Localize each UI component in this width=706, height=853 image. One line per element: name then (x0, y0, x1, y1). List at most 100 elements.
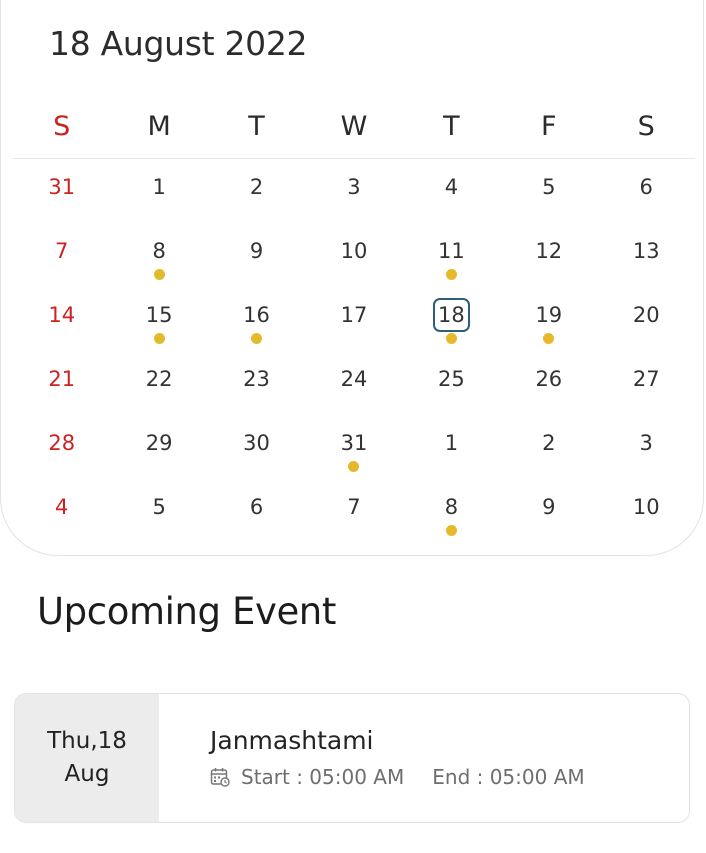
calendar-grid: 31 1 2 3 4 5 6 7 8 9 10 11 12 13 14 15 1… (13, 160, 695, 544)
day-cell[interactable]: 28 (13, 416, 110, 480)
day-number: 30 (243, 431, 270, 455)
day-cell[interactable]: 23 (208, 352, 305, 416)
event-date-month: Aug (64, 761, 110, 787)
day-number: 19 (535, 303, 563, 327)
day-cell[interactable]: 20 (598, 288, 695, 352)
day-cell[interactable]: 27 (598, 352, 695, 416)
day-cell[interactable]: 16 (208, 288, 305, 352)
day-number: 31 (48, 175, 76, 199)
day-cell[interactable]: 7 (305, 480, 402, 544)
day-number: 20 (632, 303, 660, 327)
day-number: 4 (444, 175, 459, 199)
day-number: 6 (249, 495, 264, 519)
day-cell[interactable]: 5 (500, 160, 597, 224)
day-cell[interactable]: 6 (598, 160, 695, 224)
day-cell[interactable]: 6 (208, 480, 305, 544)
weekday-sat: S (637, 111, 655, 142)
calendar-card: 18 August 2022 S M T W T F S 31 1 2 3 4 … (0, 0, 704, 556)
day-cell[interactable]: 31 (13, 160, 110, 224)
event-dot (445, 525, 457, 536)
day-number: 7 (55, 239, 69, 263)
day-cell[interactable]: 17 (305, 288, 402, 352)
day-cell[interactable]: 24 (305, 352, 402, 416)
day-number: 7 (347, 495, 361, 519)
event-dot (445, 333, 457, 344)
week-row: 7 8 9 10 11 12 13 (13, 224, 695, 288)
day-number: 12 (535, 239, 563, 263)
day-cell[interactable]: 26 (500, 352, 597, 416)
day-cell[interactable]: 7 (13, 224, 110, 288)
weekday-mon: M (147, 111, 171, 142)
day-number: 16 (243, 303, 270, 327)
upcoming-event-title: Upcoming Event (37, 590, 336, 633)
event-date-block: Thu,18 Aug (15, 694, 159, 822)
weekday-tue: T (248, 111, 265, 142)
event-date-day: Thu,18 (47, 728, 127, 754)
day-cell[interactable]: 15 (110, 288, 207, 352)
event-name: Janmashtami (210, 726, 374, 755)
event-dot (251, 333, 263, 344)
day-number: 5 (152, 495, 166, 519)
day-number: 14 (48, 303, 76, 327)
day-cell[interactable]: 9 (500, 480, 597, 544)
event-dot (445, 269, 457, 280)
day-cell[interactable]: 5 (110, 480, 207, 544)
day-number: 2 (542, 431, 556, 455)
day-number: 8 (152, 239, 166, 263)
day-number: 11 (438, 239, 465, 263)
day-number: 17 (340, 303, 368, 327)
week-row: 21 22 23 24 25 26 27 (13, 352, 695, 416)
event-details: Janmashtami Start : 05:00 AM End : 05:00… (159, 694, 689, 822)
day-number: 2 (249, 175, 264, 199)
day-cell[interactable]: 8 (403, 480, 500, 544)
day-cell[interactable]: 12 (500, 224, 597, 288)
calendar-title: 18 August 2022 (49, 24, 308, 63)
day-cell[interactable]: 21 (13, 352, 110, 416)
week-row: 31 1 2 3 4 5 6 (13, 160, 695, 224)
day-cell[interactable]: 8 (110, 224, 207, 288)
day-cell[interactable]: 14 (13, 288, 110, 352)
day-number: 10 (632, 495, 660, 519)
day-number: 3 (347, 175, 361, 199)
day-cell[interactable]: 11 (403, 224, 500, 288)
day-cell[interactable]: 1 (110, 160, 207, 224)
day-number: 9 (249, 239, 264, 263)
day-number: 24 (340, 367, 368, 391)
day-cell[interactable]: 10 (305, 224, 402, 288)
day-cell[interactable]: 19 (500, 288, 597, 352)
day-number: 27 (632, 367, 660, 391)
day-number: 6 (639, 175, 653, 199)
day-cell[interactable]: 2 (208, 160, 305, 224)
day-number: 15 (145, 303, 173, 327)
day-cell[interactable]: 4 (403, 160, 500, 224)
day-number: 21 (48, 367, 76, 391)
calendar-clock-icon (210, 768, 230, 787)
day-number: 1 (152, 175, 166, 199)
day-cell[interactable]: 29 (110, 416, 207, 480)
day-cell[interactable]: 25 (403, 352, 500, 416)
day-number: 29 (145, 431, 173, 455)
day-number: 3 (639, 431, 653, 455)
event-start-time: Start : 05:00 AM (241, 765, 405, 789)
day-cell[interactable]: 4 (13, 480, 110, 544)
day-cell[interactable]: 2 (500, 416, 597, 480)
day-cell[interactable]: 22 (110, 352, 207, 416)
day-cell[interactable]: 3 (305, 160, 402, 224)
day-cell[interactable]: 13 (598, 224, 695, 288)
day-cell[interactable]: 31 (305, 416, 402, 480)
day-cell[interactable]: 9 (208, 224, 305, 288)
day-number: 25 (438, 367, 465, 391)
event-times: Start : 05:00 AM End : 05:00 AM (210, 765, 689, 789)
day-number: 18 (433, 298, 470, 332)
day-cell[interactable]: 10 (598, 480, 695, 544)
day-cell[interactable]: 30 (208, 416, 305, 480)
day-number: 26 (535, 367, 563, 391)
weekday-header: S M T W T F S (13, 108, 695, 159)
day-cell[interactable]: 1 (403, 416, 500, 480)
day-cell-selected[interactable]: 18 (403, 288, 500, 352)
weekday-sun: S (53, 111, 71, 142)
day-number: 23 (243, 367, 270, 391)
event-card[interactable]: Thu,18 Aug Janmashtami Start : 05:00 AM … (14, 693, 690, 823)
day-number: 13 (632, 239, 660, 263)
day-cell[interactable]: 3 (598, 416, 695, 480)
